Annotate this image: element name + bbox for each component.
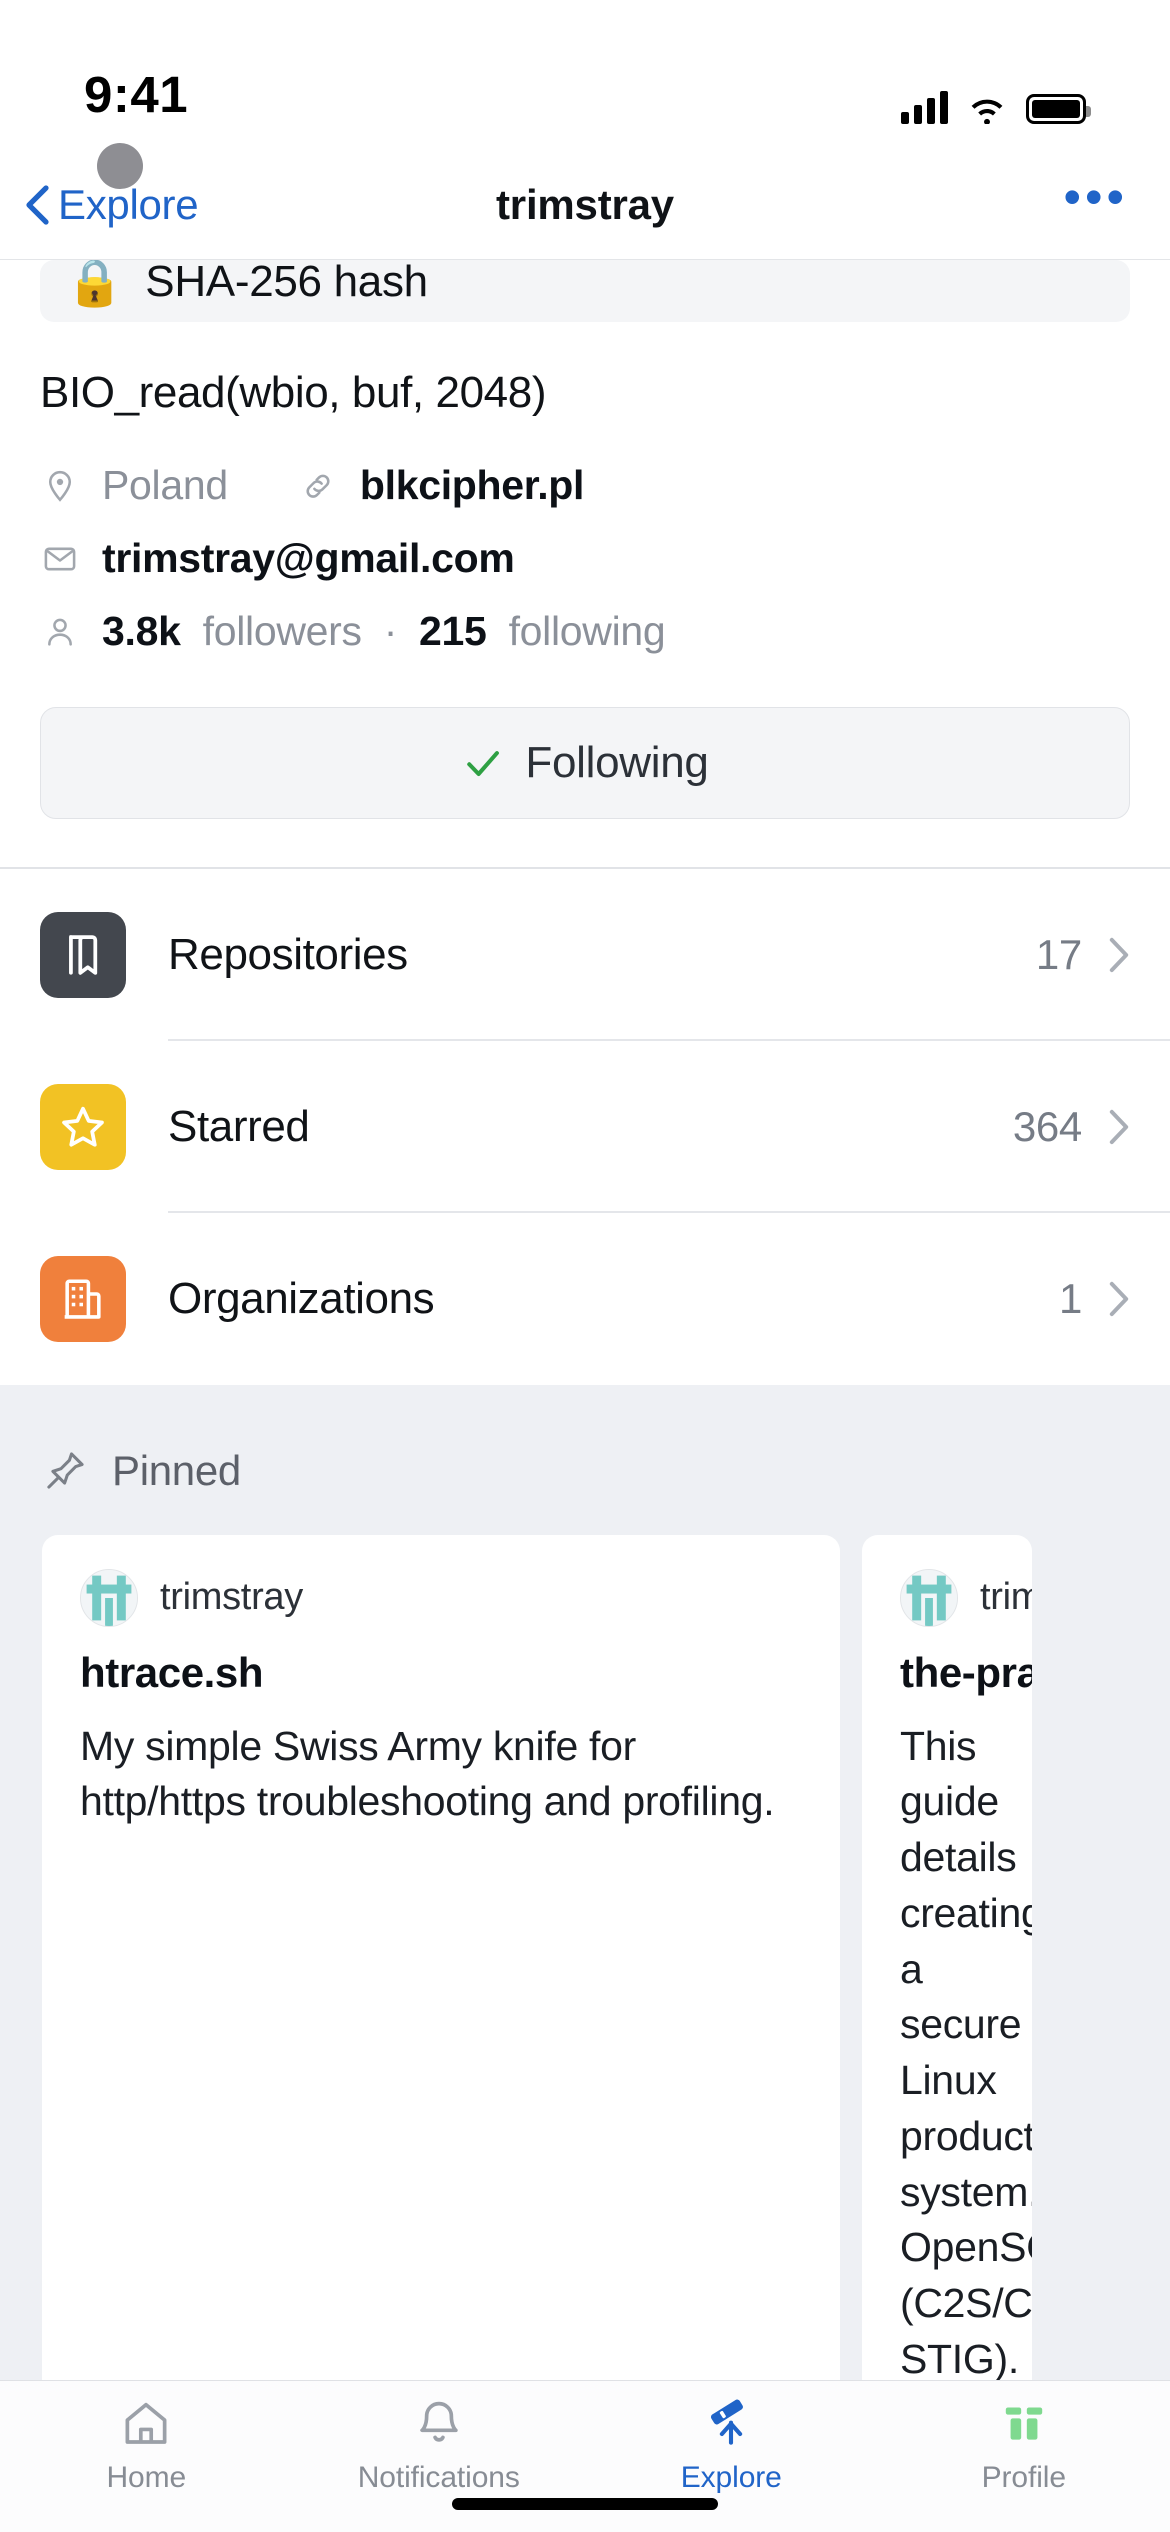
card-owner-row: trimstray xyxy=(80,1568,802,1627)
home-indicator xyxy=(452,2498,718,2510)
lock-icon: 🔒 xyxy=(66,260,124,308)
tab-label: Home xyxy=(106,2461,187,2494)
person-icon xyxy=(40,612,80,652)
following-count: 215 xyxy=(419,608,487,654)
pinned-cards-carousel[interactable]: trimstray htrace.sh My simple Swiss Army… xyxy=(0,1534,1170,2381)
pinned-label: Pinned xyxy=(112,1446,241,1494)
repo-book-icon xyxy=(40,911,126,998)
chevron-right-icon xyxy=(1109,937,1129,972)
card-owner-name: trimstray xyxy=(980,1576,1032,1618)
profile-scroll-area[interactable]: 🔒 SHA-256 hash BIO_read(wbio, buf, 2048)… xyxy=(0,260,1170,2380)
row-label: Organizations xyxy=(168,1273,435,1323)
telescope-icon xyxy=(705,2395,757,2453)
app-screen: 9:41 Explore trimstray ••• 🔒 SHA-256 has… xyxy=(0,0,1170,2532)
meta-separator: · xyxy=(383,608,398,654)
card-repo-name: htrace.sh xyxy=(80,1648,264,1696)
card-repo-description: This guide details creating a secure Lin… xyxy=(900,1722,1032,2381)
identicon-avatar xyxy=(900,1568,958,1627)
back-button[interactable]: Explore xyxy=(24,180,199,229)
following-button-label: Following xyxy=(525,738,709,787)
scroll-indicator-thumb[interactable] xyxy=(97,143,143,189)
organization-building-icon xyxy=(40,1255,126,1342)
website-link[interactable]: blkcipher.pl xyxy=(360,462,585,509)
meta-row-email: trimstray@gmail.com xyxy=(40,535,1130,582)
pinned-section: Pinned trimstray htrace.sh My simple Swi… xyxy=(0,1384,1170,2381)
tab-home[interactable]: Home xyxy=(0,2395,293,2495)
bio-code-chip: 🔒 SHA-256 hash xyxy=(40,260,1130,322)
chevron-right-icon xyxy=(1109,1109,1129,1144)
identicon-avatar xyxy=(80,1568,138,1627)
pinned-repo-card[interactable]: trimstray htrace.sh My simple Swiss Army… xyxy=(42,1534,840,2380)
link-icon xyxy=(298,466,338,506)
following-label: following xyxy=(508,608,666,654)
star-icon xyxy=(40,1083,126,1170)
bottom-tab-bar: Home Notifications Explore Profile xyxy=(0,2380,1170,2532)
pinned-header: Pinned xyxy=(0,1447,1170,1535)
mail-icon xyxy=(40,539,80,579)
card-owner-name: trimstray xyxy=(160,1576,303,1618)
battery-full-icon xyxy=(1026,94,1091,124)
chevron-left-icon xyxy=(26,184,49,225)
wifi-icon xyxy=(971,99,1003,124)
sidebar-item-starred[interactable]: Starred 364 xyxy=(0,1041,1170,1213)
row-label: Repositories xyxy=(168,929,408,979)
row-count: 364 xyxy=(1012,1102,1082,1150)
sidebar-item-repositories[interactable]: Repositories 17 xyxy=(0,869,1170,1041)
card-owner-row: trimstray xyxy=(900,1568,1032,1627)
sidebar-item-organizations[interactable]: Organizations 1 xyxy=(0,1213,1170,1385)
profile-links-list: Repositories 17 Starred 364 Organization… xyxy=(0,868,1170,1385)
bell-icon xyxy=(413,2395,465,2453)
status-bar-indicators xyxy=(901,90,1091,124)
tab-profile[interactable]: Profile xyxy=(878,2395,1170,2495)
followers-label: followers xyxy=(202,608,362,654)
more-options-button[interactable]: ••• xyxy=(1063,172,1128,224)
pin-icon xyxy=(47,1451,84,1489)
tab-label: Profile xyxy=(981,2461,1066,2494)
chevron-right-icon xyxy=(1109,1281,1129,1316)
pinned-repo-card[interactable]: trimstray the-practical-linux-hardening-… xyxy=(862,1534,1032,2381)
check-icon xyxy=(467,751,500,777)
back-button-label: Explore xyxy=(58,180,199,228)
tab-label: Explore xyxy=(680,2461,782,2494)
navigation-bar: Explore trimstray ••• xyxy=(0,150,1170,260)
status-bar-time: 9:41 xyxy=(84,66,189,123)
following-button[interactable]: Following xyxy=(40,707,1130,819)
tab-explore[interactable]: Explore xyxy=(585,2395,878,2495)
meta-row-location-link: Poland blkcipher.pl xyxy=(40,462,1130,509)
location-value: Poland xyxy=(102,462,228,508)
row-count: 1 xyxy=(1058,1274,1082,1322)
bio-chip-text: SHA-256 hash xyxy=(145,260,428,306)
status-bar: 9:41 xyxy=(0,0,1170,150)
profile-meta-list: Poland blkcipher.pl trimstray@gmail.com … xyxy=(40,462,1130,655)
tab-notifications[interactable]: Notifications xyxy=(293,2395,586,2495)
meta-row-followers[interactable]: 3.8k followers · 215 following xyxy=(40,608,1130,655)
row-count: 17 xyxy=(1035,930,1082,978)
location-pin-icon xyxy=(40,466,80,506)
profile-icon xyxy=(998,2395,1050,2453)
tab-label: Notifications xyxy=(357,2461,520,2494)
card-repo-description: My simple Swiss Army knife for http/http… xyxy=(80,1722,775,1825)
cellular-signal-icon xyxy=(901,90,948,124)
home-icon xyxy=(120,2395,172,2453)
card-repo-name: the-practical-linux-hardening-guide xyxy=(900,1648,1032,1696)
email-value[interactable]: trimstray@gmail.com xyxy=(102,535,515,582)
row-label: Starred xyxy=(168,1101,310,1151)
bio-text-line: BIO_read(wbio, buf, 2048) xyxy=(40,368,547,417)
followers-count: 3.8k xyxy=(102,608,181,654)
